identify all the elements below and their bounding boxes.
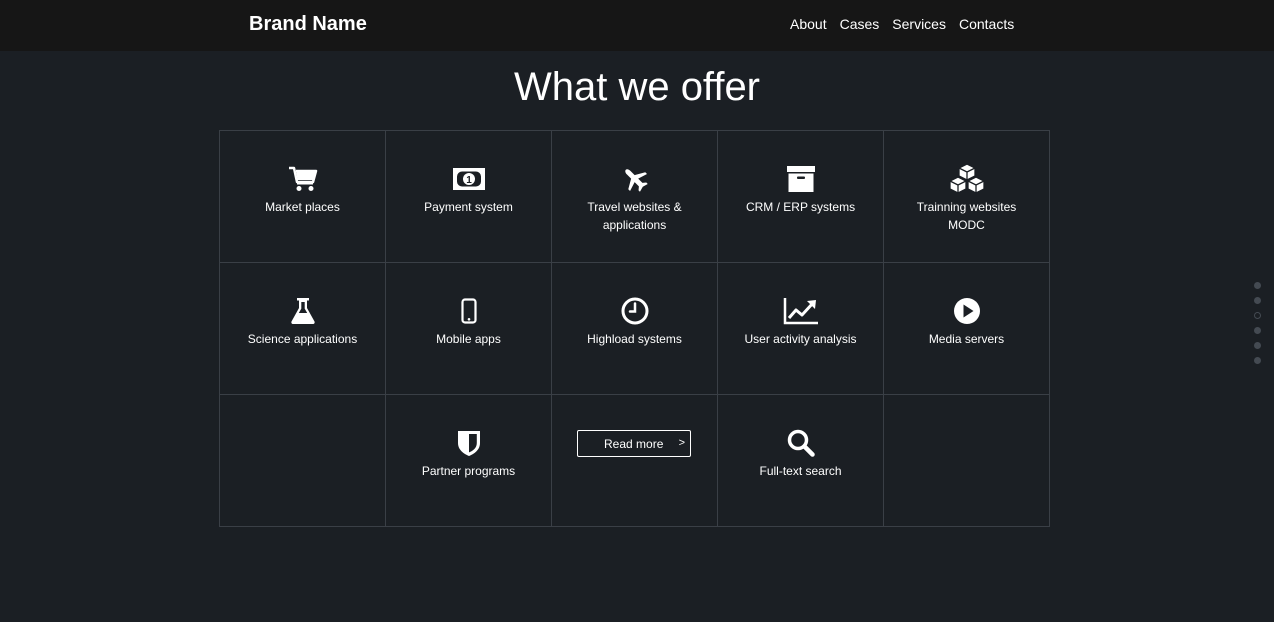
service-label: Trainning websites MODC bbox=[916, 200, 1017, 232]
page-dot[interactable] bbox=[1254, 327, 1261, 334]
svg-text:1: 1 bbox=[466, 175, 472, 186]
service-label: Highload systems bbox=[587, 332, 682, 346]
service-tile-travel[interactable]: Travel websites & applications bbox=[551, 130, 718, 263]
read-more-label: Read more bbox=[604, 437, 664, 451]
page-dot[interactable] bbox=[1254, 342, 1261, 349]
service-label: Market places bbox=[265, 200, 340, 214]
service-tile-media-servers[interactable]: Media servers bbox=[883, 262, 1050, 395]
nav-link-cases[interactable]: Cases bbox=[840, 16, 880, 32]
service-tile-user-activity[interactable]: User activity analysis bbox=[717, 262, 884, 395]
service-tile-highload[interactable]: Highload systems bbox=[551, 262, 718, 395]
empty-tile bbox=[219, 394, 386, 527]
service-tile-partner-programs[interactable]: Partner programs bbox=[385, 394, 552, 527]
cubes-icon bbox=[884, 163, 1049, 194]
plane-icon bbox=[552, 164, 717, 194]
service-tile-training[interactable]: Trainning websites MODC bbox=[883, 130, 1050, 263]
service-label: Science applications bbox=[247, 332, 358, 346]
service-label: Full-text search bbox=[759, 464, 842, 478]
page-dot[interactable] bbox=[1254, 357, 1261, 364]
nav-link-contacts[interactable]: Contacts bbox=[959, 16, 1014, 32]
archive-box-icon bbox=[718, 164, 883, 194]
service-tile-crm-erp[interactable]: CRM / ERP systems bbox=[717, 130, 884, 263]
chevron-right-icon: > bbox=[678, 437, 685, 449]
money-bill-icon: 1 bbox=[386, 164, 551, 194]
service-label: Mobile apps bbox=[436, 332, 501, 346]
flask-icon bbox=[220, 296, 385, 326]
service-label: Payment system bbox=[424, 200, 513, 214]
cart-icon bbox=[220, 164, 385, 194]
service-label: Media servers bbox=[928, 332, 1005, 346]
service-tile-mobile-apps[interactable]: Mobile apps bbox=[385, 262, 552, 395]
brand-logo[interactable]: Brand Name bbox=[249, 12, 367, 36]
service-tile-payment-system[interactable]: 1 Payment system bbox=[385, 130, 552, 263]
service-tile-science[interactable]: Science applications bbox=[219, 262, 386, 395]
service-label: CRM / ERP systems bbox=[745, 200, 856, 214]
service-tile-market-places[interactable]: Market places bbox=[219, 130, 386, 263]
read-more-button[interactable]: Read more > bbox=[577, 430, 691, 457]
page-dot[interactable] bbox=[1254, 297, 1261, 304]
service-label: User activity analysis bbox=[744, 332, 857, 346]
clock-icon bbox=[552, 296, 717, 326]
page-dot-active[interactable] bbox=[1254, 312, 1261, 319]
play-circle-icon bbox=[884, 296, 1049, 326]
main-nav: About Cases Services Contacts bbox=[790, 16, 1027, 32]
nav-link-about[interactable]: About bbox=[790, 16, 827, 32]
shield-icon bbox=[386, 428, 551, 458]
service-label: Travel websites & applications bbox=[587, 200, 682, 232]
line-chart-icon bbox=[718, 296, 883, 326]
search-icon bbox=[718, 428, 883, 458]
service-label: Partner programs bbox=[421, 464, 516, 478]
page-dot[interactable] bbox=[1254, 282, 1261, 289]
service-tile-full-text-search[interactable]: Full-text search bbox=[717, 394, 884, 527]
section-title: What we offer bbox=[513, 65, 761, 109]
nav-link-services[interactable]: Services bbox=[892, 16, 946, 32]
mobile-icon bbox=[386, 296, 551, 326]
empty-tile bbox=[883, 394, 1050, 527]
services-grid: Market places 1 Payment system Travel we… bbox=[219, 130, 1050, 527]
read-more-tile: Read more > bbox=[551, 394, 718, 527]
page-pagination-dots bbox=[1254, 282, 1262, 372]
top-navbar: Brand Name About Cases Services Contacts bbox=[0, 0, 1274, 51]
